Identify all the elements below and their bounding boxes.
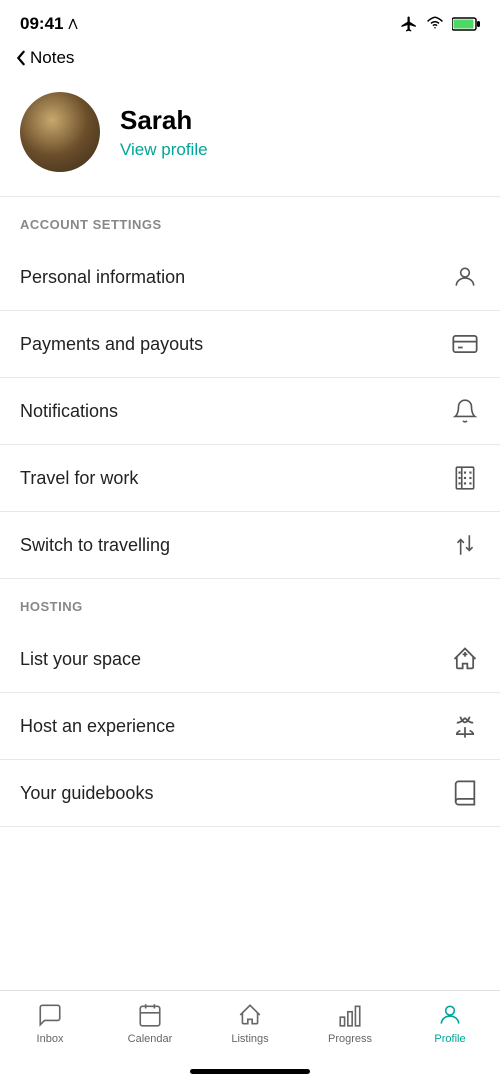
tab-profile[interactable]: Profile — [415, 1001, 485, 1045]
home-indicator — [190, 1069, 310, 1074]
list-space-label: List your space — [20, 649, 141, 670]
tab-inbox[interactable]: Inbox — [15, 1001, 85, 1045]
menu-item-switch-travelling[interactable]: Switch to travelling — [0, 512, 500, 579]
menu-item-notifications[interactable]: Notifications — [0, 378, 500, 445]
menu-item-guidebooks[interactable]: Your guidebooks — [0, 760, 500, 827]
menu-item-host-experience[interactable]: Host an experience — [0, 693, 500, 760]
menu-item-travel-for-work[interactable]: Travel for work — [0, 445, 500, 512]
tab-bar: Inbox Calendar Listings — [0, 990, 500, 1080]
tab-calendar[interactable]: Calendar — [115, 1001, 185, 1045]
profile-name: Sarah — [120, 105, 208, 136]
profile-tab-icon — [436, 1001, 464, 1029]
progress-tab-icon — [336, 1001, 364, 1029]
status-bar: 09:41 — [0, 0, 500, 44]
listings-tab-icon — [236, 1001, 264, 1029]
profile-header: Sarah View profile — [0, 76, 500, 196]
menu-item-list-space[interactable]: List your space — [0, 626, 500, 693]
account-settings-label: ACCOUNT SETTINGS — [0, 197, 500, 244]
back-chevron-icon — [16, 50, 26, 66]
swap-icon — [450, 530, 480, 560]
host-experience-label: Host an experience — [20, 716, 175, 737]
status-time: 09:41 — [20, 14, 79, 34]
battery-icon — [452, 17, 480, 31]
tab-listings[interactable]: Listings — [215, 1001, 285, 1045]
view-profile-link[interactable]: View profile — [120, 140, 208, 160]
profile-tab-label: Profile — [434, 1033, 465, 1045]
personal-information-label: Personal information — [20, 267, 185, 288]
progress-tab-label: Progress — [328, 1033, 372, 1045]
guidebooks-label: Your guidebooks — [20, 783, 153, 804]
calendar-tab-icon — [136, 1001, 164, 1029]
menu-item-payments[interactable]: Payments and payouts — [0, 311, 500, 378]
status-icons — [400, 15, 480, 33]
switch-travelling-label: Switch to travelling — [20, 535, 170, 556]
avatar — [20, 92, 100, 172]
back-nav[interactable]: Notes — [0, 44, 500, 76]
payments-label: Payments and payouts — [20, 334, 203, 355]
notifications-label: Notifications — [20, 401, 118, 422]
travel-for-work-label: Travel for work — [20, 468, 138, 489]
hosting-label: HOSTING — [0, 579, 500, 626]
inbox-tab-label: Inbox — [37, 1033, 64, 1045]
menu-item-personal-information[interactable]: Personal information — [0, 244, 500, 311]
inbox-tab-icon — [36, 1001, 64, 1029]
tab-progress[interactable]: Progress — [315, 1001, 385, 1045]
house-plus-icon — [450, 644, 480, 674]
profile-info: Sarah View profile — [120, 105, 208, 160]
listings-tab-label: Listings — [231, 1033, 268, 1045]
airplane-icon — [400, 15, 418, 33]
building-icon — [450, 463, 480, 493]
book-icon — [450, 778, 480, 808]
calendar-tab-label: Calendar — [128, 1033, 173, 1045]
card-icon — [450, 329, 480, 359]
bell-icon — [450, 396, 480, 426]
person-icon — [450, 262, 480, 292]
back-label: Notes — [30, 48, 74, 68]
palm-icon — [450, 711, 480, 741]
wifi-icon — [426, 15, 444, 33]
